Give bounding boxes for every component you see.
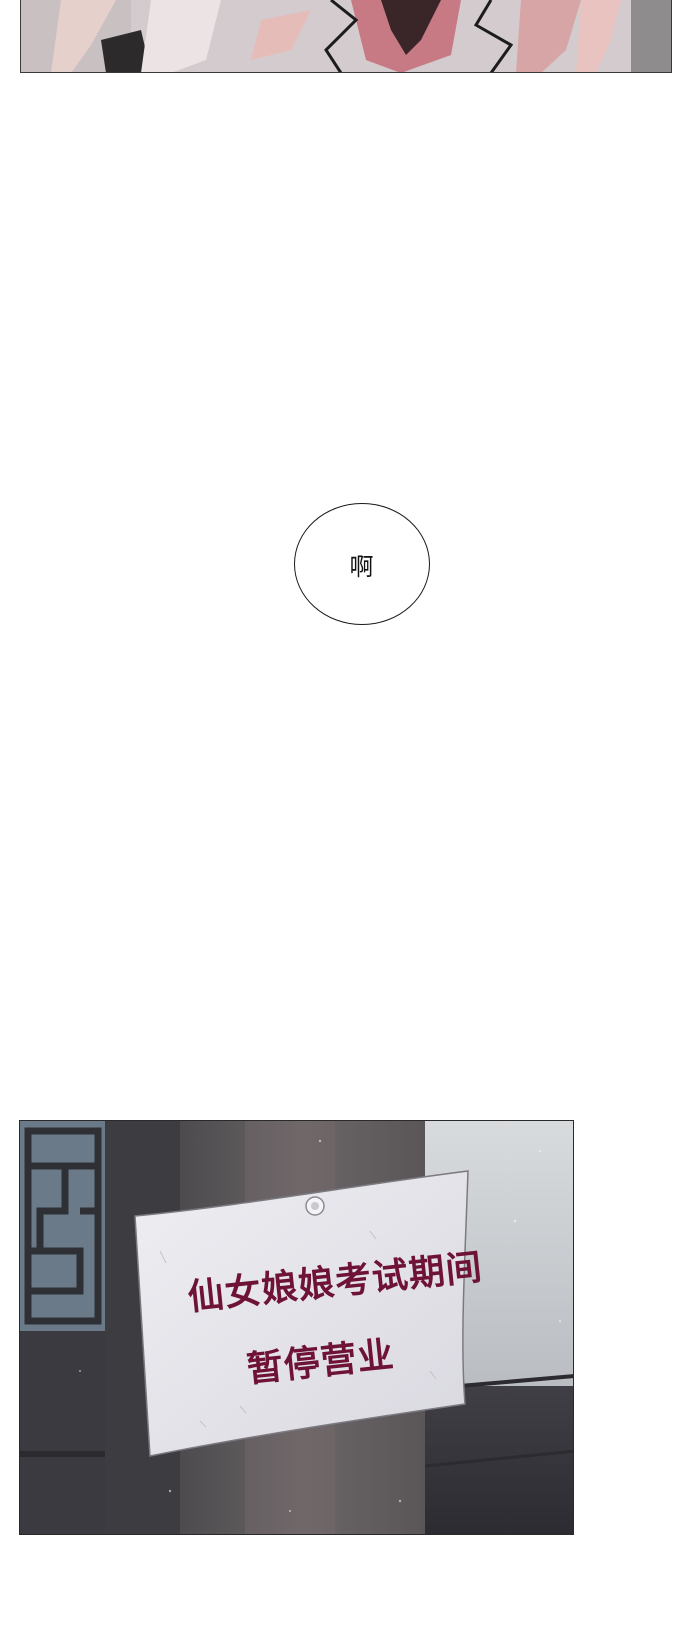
speech-bubble-text: 啊 [349,552,375,581]
bottom-comic-panel: 仙女娘娘考试期间 暂停营业 [19,1120,574,1535]
top-comic-panel [20,0,672,73]
speech-bubble: 啊 [294,503,430,625]
bottom-panel-artwork [20,1121,573,1534]
top-panel-artwork [21,0,671,72]
